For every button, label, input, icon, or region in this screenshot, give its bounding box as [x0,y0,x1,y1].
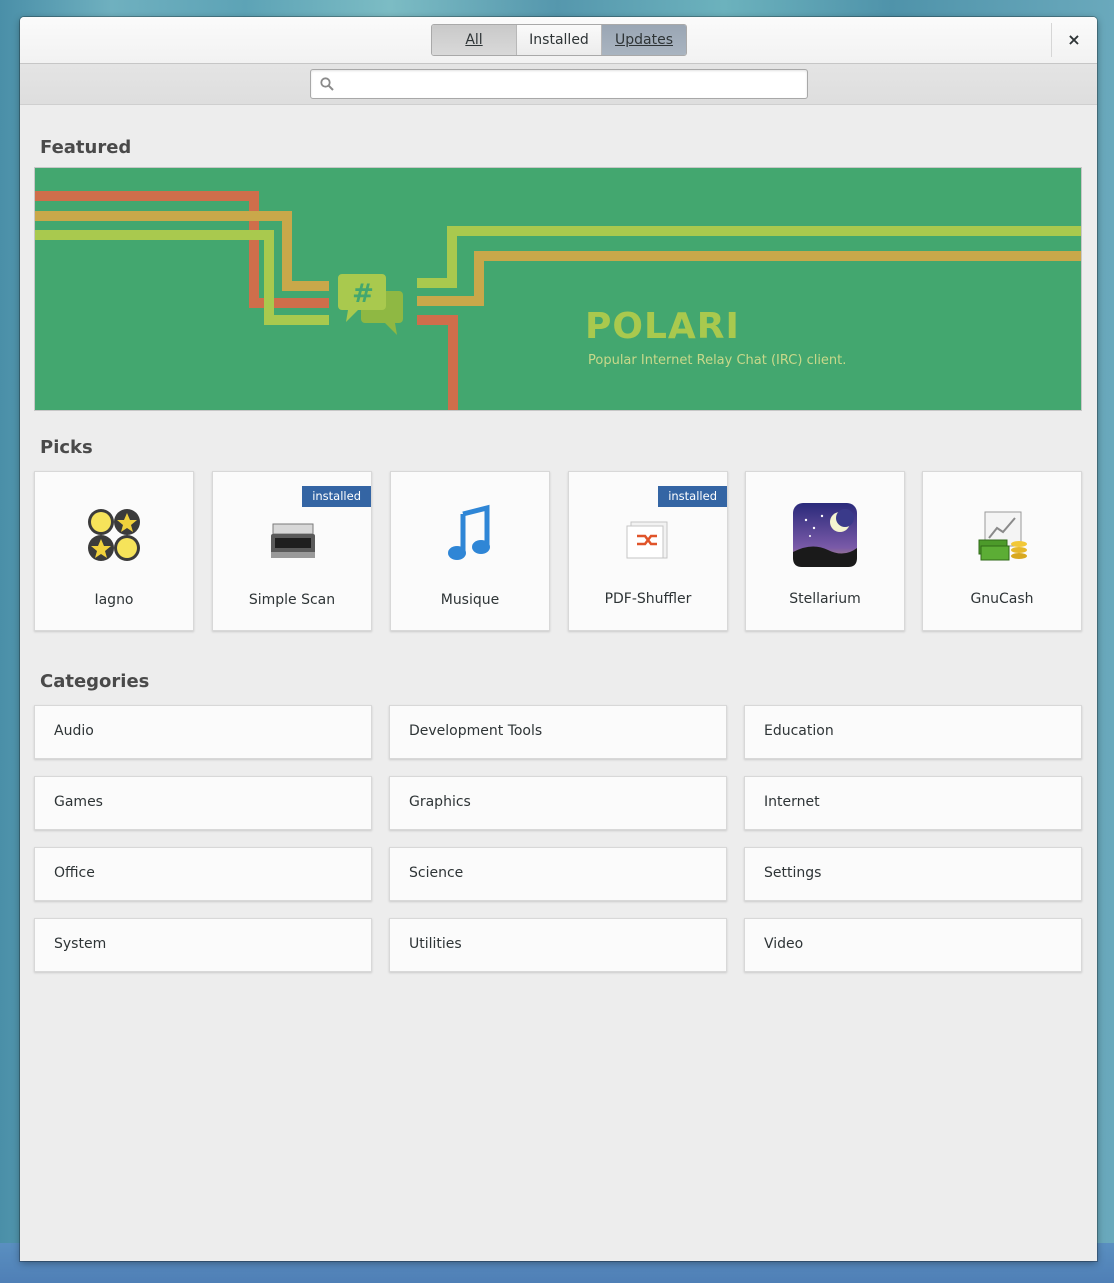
category-graphics[interactable]: Graphics [389,776,727,830]
category-development-tools[interactable]: Development Tools [389,705,727,759]
pick-tile-stellarium[interactable]: Stellarium [745,471,905,631]
svg-text:#: # [352,279,374,309]
pick-label: PDF-Shuffler [604,591,692,607]
pdf-shuffler-icon [626,521,668,559]
pick-tile-musique[interactable]: Musique [390,471,550,631]
iagno-icon [88,509,140,561]
categories-heading: Categories [40,671,150,692]
close-icon: × [1067,30,1081,49]
category-video[interactable]: Video [744,918,1082,972]
search-input[interactable] [343,74,797,96]
featured-banner[interactable]: # POLARI Popular Internet Relay Chat (IR… [34,167,1082,411]
category-internet[interactable]: Internet [744,776,1082,830]
category-science[interactable]: Science [389,847,727,901]
chat-bubbles-icon: # [338,274,403,335]
featured-artwork: # [35,191,1081,410]
category-label: Settings [764,865,822,881]
category-education[interactable]: Education [744,705,1082,759]
scanner-icon [271,523,315,558]
category-label: System [54,936,107,952]
category-label: Utilities [409,936,462,952]
header-bar: All Installed Updates × [20,17,1097,64]
music-note-icon [448,504,490,560]
category-label: Development Tools [409,723,543,739]
pick-label: GnuCash [970,591,1034,607]
category-label: Graphics [409,794,471,810]
picks-heading: Picks [40,437,93,458]
featured-app-description: Popular Internet Relay Chat (IRC) client… [588,353,847,368]
category-office[interactable]: Office [34,847,372,901]
tab-all[interactable]: All [432,25,517,55]
tab-updates[interactable]: Updates [602,25,686,55]
pick-tile-simple-scan[interactable]: installed Simple Scan [212,471,372,631]
search-icon [320,77,334,91]
pick-tile-iagno[interactable]: Iagno [34,471,194,631]
pick-label: Iagno [94,592,134,608]
category-label: Games [54,794,103,810]
category-label: Education [764,723,834,739]
category-label: Audio [54,723,94,739]
search-field[interactable] [310,69,808,99]
search-bar [20,64,1097,105]
pick-label: Stellarium [789,591,861,607]
pick-tile-pdf-shuffler[interactable]: installed PDF-Shuffler [568,471,728,631]
category-audio[interactable]: Audio [34,705,372,759]
pick-label: Musique [440,592,500,608]
category-utilities[interactable]: Utilities [389,918,727,972]
category-label: Internet [764,794,820,810]
category-label: Video [764,936,804,952]
category-settings[interactable]: Settings [744,847,1082,901]
header-separator [1051,23,1052,57]
category-games[interactable]: Games [34,776,372,830]
gnucash-icon [978,511,1027,561]
category-label: Office [54,865,95,881]
tab-installed[interactable]: Installed [517,25,602,55]
pick-label: Simple Scan [248,592,336,608]
featured-heading: Featured [40,137,132,158]
category-label: Science [409,865,464,881]
software-window: All Installed Updates × Featured # POLAR… [20,17,1097,1261]
view-switcher: All Installed Updates [431,24,687,56]
pick-tile-gnucash[interactable]: GnuCash [922,471,1082,631]
close-button[interactable]: × [1061,29,1087,51]
stellarium-icon [793,503,857,567]
category-system[interactable]: System [34,918,372,972]
featured-app-name: POLARI [585,306,740,347]
